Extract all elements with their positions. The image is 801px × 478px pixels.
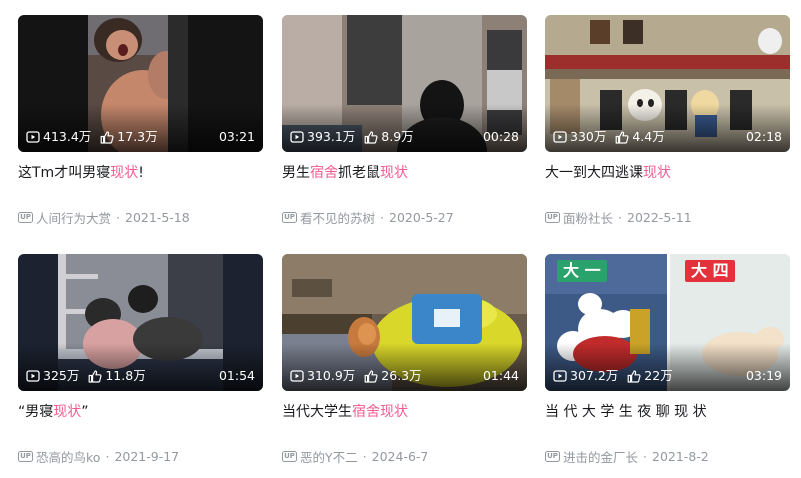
video-meta: UP 看不见的苏树 · 2020-5-27 [282, 208, 527, 226]
video-duration: 00:28 [482, 129, 519, 144]
meta-separator: · [380, 209, 384, 225]
up-badge-icon: UP [545, 450, 560, 462]
thumbs-up-icon [100, 130, 114, 144]
video-duration: 03:21 [218, 129, 255, 144]
video-meta: UP 恐高的鸟ko · 2021-9-17 [18, 447, 263, 465]
like-count: 4.4万 [615, 128, 665, 146]
video-title[interactable]: 当代大学生宿舍现状 [282, 402, 527, 422]
video-stats: 330万 4.4万 02:18 [553, 128, 782, 146]
video-thumbnail[interactable]: 330万 4.4万 02:18 [545, 15, 790, 152]
video-stats: 307.2万 22万 03:19 [553, 367, 782, 385]
video-duration: 02:18 [745, 129, 782, 144]
author-name[interactable]: 面粉社长 [563, 208, 613, 227]
play-count-icon [290, 370, 304, 382]
video-meta: UP 人间行为大赏 · 2021-5-18 [18, 208, 263, 226]
thumbnail-badge-left: 大 一 [557, 260, 607, 282]
author-name[interactable]: 看不见的苏树 [300, 208, 375, 227]
video-meta: UP 进击的金厂长 · 2021-8-2 [545, 447, 790, 465]
video-title[interactable]: 大一到大四逃课现状 [545, 163, 790, 183]
video-meta: UP 恶的Y不二 · 2024-6-7 [282, 447, 527, 465]
view-count: 330万 [553, 128, 606, 146]
thumbs-up-icon [364, 369, 378, 383]
up-badge-icon: UP [282, 450, 297, 462]
video-thumbnail[interactable]: 大 一 大 四 307.2万 22万 03:19 [545, 254, 790, 391]
video-thumbnail[interactable]: 325万 11.8万 01:54 [18, 254, 263, 391]
video-title[interactable]: “男寝现状” [18, 402, 263, 422]
play-count-icon [26, 131, 40, 143]
play-count-icon [553, 131, 567, 143]
video-card[interactable]: 393.1万 8.9万 00:28 男生宿舍抓老鼠现状 UP 看不见的苏树 · … [282, 15, 527, 226]
video-duration: 01:54 [218, 368, 255, 383]
meta-separator: · [116, 209, 120, 225]
video-grid: 413.4万 17.3万 03:21 这Tm才叫男寝现状! UP 人间行为大赏 … [0, 0, 801, 478]
view-count: 310.9万 [290, 367, 355, 385]
view-count: 325万 [26, 367, 79, 385]
like-count: 11.8万 [88, 367, 146, 385]
author-name[interactable]: 进击的金厂长 [563, 447, 638, 466]
publish-date: 2021-5-18 [125, 209, 190, 225]
thumbs-up-icon [627, 369, 641, 383]
video-thumbnail[interactable]: 413.4万 17.3万 03:21 [18, 15, 263, 152]
video-card[interactable]: 310.9万 26.3万 01:44 当代大学生宿舍现状 UP 恶的Y不二 · … [282, 254, 527, 465]
view-count: 393.1万 [290, 128, 355, 146]
video-thumbnail[interactable]: 393.1万 8.9万 00:28 [282, 15, 527, 152]
video-title[interactable]: 男生宿舍抓老鼠现状 [282, 163, 527, 183]
play-count-icon [553, 370, 567, 382]
up-badge-icon: UP [18, 450, 33, 462]
meta-separator: · [643, 448, 647, 464]
video-duration: 01:44 [482, 368, 519, 383]
video-stats: 393.1万 8.9万 00:28 [290, 128, 519, 146]
view-count: 413.4万 [26, 128, 91, 146]
play-count-icon [26, 370, 40, 382]
video-thumbnail[interactable]: 310.9万 26.3万 01:44 [282, 254, 527, 391]
play-count-icon [290, 131, 304, 143]
up-badge-icon: UP [282, 211, 297, 223]
video-card[interactable]: 325万 11.8万 01:54 “男寝现状” UP 恐高的鸟ko · 2021… [18, 254, 263, 465]
like-count: 22万 [627, 367, 673, 385]
up-badge-icon: UP [18, 211, 33, 223]
video-card[interactable]: 413.4万 17.3万 03:21 这Tm才叫男寝现状! UP 人间行为大赏 … [18, 15, 263, 226]
video-stats: 325万 11.8万 01:54 [26, 367, 255, 385]
publish-date: 2022-5-11 [627, 209, 692, 225]
video-stats: 413.4万 17.3万 03:21 [26, 128, 255, 146]
publish-date: 2020-5-27 [389, 209, 454, 225]
author-name[interactable]: 恐高的鸟ko [36, 447, 100, 466]
video-title[interactable]: 当 代 大 学 生 夜 聊 现 状 [545, 402, 790, 422]
up-badge-icon: UP [545, 211, 560, 223]
author-name[interactable]: 恶的Y不二 [300, 447, 358, 466]
video-title[interactable]: 这Tm才叫男寝现状! [18, 163, 263, 183]
like-count: 8.9万 [364, 128, 414, 146]
view-count: 307.2万 [553, 367, 618, 385]
video-meta: UP 面粉社长 · 2022-5-11 [545, 208, 790, 226]
thumbs-up-icon [615, 130, 629, 144]
meta-separator: · [362, 448, 367, 464]
thumbnail-badge-right: 大 四 [685, 260, 735, 282]
publish-date: 2021-8-2 [652, 448, 709, 464]
video-card[interactable]: 大 一 大 四 307.2万 22万 03:19 当 代 大 学 生 夜 聊 现… [545, 254, 790, 465]
video-duration: 03:19 [745, 368, 782, 383]
thumbs-up-icon [88, 369, 102, 383]
thumbs-up-icon [364, 130, 378, 144]
publish-date: 2021-9-17 [114, 448, 180, 464]
video-stats: 310.9万 26.3万 01:44 [290, 367, 519, 385]
meta-separator: · [105, 448, 110, 464]
meta-separator: · [618, 209, 622, 225]
like-count: 26.3万 [364, 367, 422, 385]
author-name[interactable]: 人间行为大赏 [36, 208, 111, 227]
like-count: 17.3万 [100, 128, 158, 146]
publish-date: 2024-6-7 [371, 448, 429, 464]
video-card[interactable]: 330万 4.4万 02:18 大一到大四逃课现状 UP 面粉社长 · 2022… [545, 15, 790, 226]
